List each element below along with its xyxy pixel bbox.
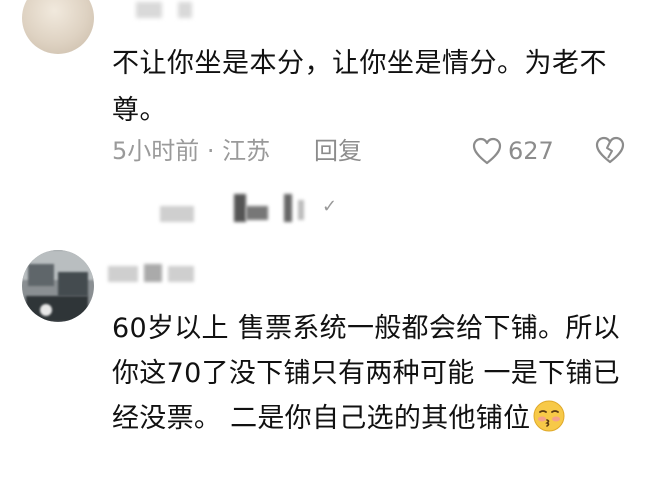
username-blurred[interactable] [108, 262, 196, 284]
reply-button[interactable]: 回复 [314, 134, 362, 168]
username-blurred[interactable] [128, 2, 206, 18]
heart-outline-icon [472, 137, 502, 165]
avatar[interactable] [22, 0, 94, 54]
comment-meta: 5小时前 · 江苏 回复 627 [112, 134, 642, 168]
comment-text: 60岁以上 售票系统一般都会给下铺。所以你这70了没下铺只有两种可能 一是下铺已… [112, 306, 647, 441]
comment-text: 不让你坐是本分，让你坐是情分。为老不尊。 [112, 48, 607, 126]
avatar[interactable] [22, 250, 94, 322]
chevron-check-icon[interactable]: ✓ [322, 196, 337, 217]
broken-heart-icon[interactable] [595, 136, 625, 164]
like-count: 627 [508, 137, 554, 165]
comment-feed: 不让你坐是本分，让你坐是情分。为老不尊。 5小时前 · 江苏 回复 627 ✓ … [0, 0, 660, 481]
comment-time-location: 5小时前 · 江苏 [112, 137, 271, 165]
like-button[interactable]: 627 [472, 134, 554, 168]
kissing-face-emoji [533, 400, 565, 432]
reply-preview-blurred[interactable] [160, 192, 345, 224]
